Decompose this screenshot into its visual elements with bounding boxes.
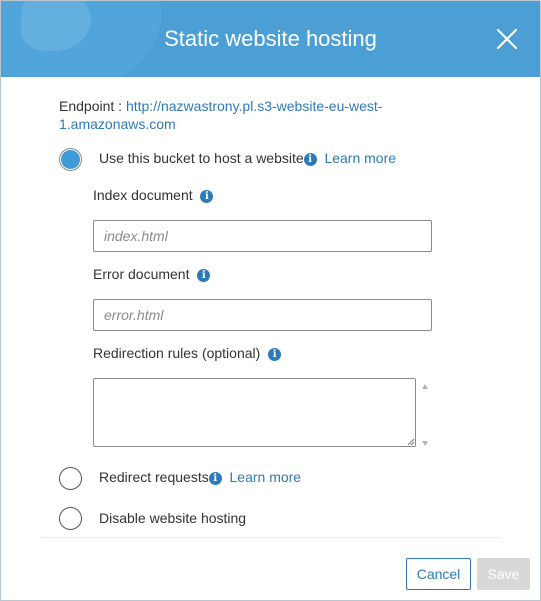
redirection-rules-label: Redirection rules (optional) bbox=[93, 345, 261, 361]
footer-divider bbox=[41, 537, 501, 538]
dialog-header: Static website hosting bbox=[1, 1, 540, 77]
resize-grip-icon[interactable] bbox=[407, 438, 415, 446]
endpoint-row: Endpoint : http://nazwastrony.pl.s3-webs… bbox=[59, 97, 429, 133]
index-document-label: Index document bbox=[93, 187, 193, 203]
info-icon[interactable]: i bbox=[268, 348, 282, 361]
info-icon[interactable]: i bbox=[303, 153, 317, 166]
error-document-label: Error document bbox=[93, 266, 190, 282]
dialog-title: Static website hosting bbox=[164, 26, 377, 51]
info-icon[interactable]: i bbox=[200, 190, 214, 203]
close-icon[interactable] bbox=[496, 28, 518, 50]
static-website-hosting-dialog: Static website hosting Endpoint : http:/… bbox=[0, 0, 541, 601]
redirection-rules-field-label: Redirection rules (optional) i bbox=[93, 344, 282, 362]
redirect-requests-option: Redirect requests i Learn more bbox=[99, 468, 301, 486]
host-website-radio[interactable] bbox=[59, 148, 82, 171]
endpoint-label: Endpoint : bbox=[59, 98, 123, 114]
index-document-field-label: Index document i bbox=[93, 186, 214, 204]
host-website-option: Use this bucket to host a website i Learn… bbox=[99, 149, 396, 167]
info-icon[interactable]: i bbox=[197, 269, 211, 282]
info-icon[interactable]: i bbox=[208, 472, 222, 485]
index-document-input[interactable] bbox=[93, 220, 432, 252]
redirection-rules-textarea[interactable] bbox=[93, 378, 416, 447]
error-document-field-label: Error document i bbox=[93, 265, 211, 283]
redirect-requests-label: Redirect requests bbox=[99, 469, 209, 485]
redirect-requests-radio[interactable] bbox=[59, 467, 82, 490]
host-website-label: Use this bucket to host a website bbox=[99, 150, 304, 166]
disable-hosting-radio[interactable] bbox=[59, 507, 82, 530]
host-learn-more-link[interactable]: Learn more bbox=[324, 150, 396, 166]
redirect-learn-more-link[interactable]: Learn more bbox=[230, 469, 302, 485]
disable-hosting-label: Disable website hosting bbox=[99, 510, 247, 526]
textarea-scrollbar[interactable] bbox=[418, 378, 432, 447]
cancel-button[interactable]: Cancel bbox=[406, 558, 471, 590]
error-document-input[interactable] bbox=[93, 299, 432, 331]
save-button[interactable]: Save bbox=[477, 558, 530, 590]
